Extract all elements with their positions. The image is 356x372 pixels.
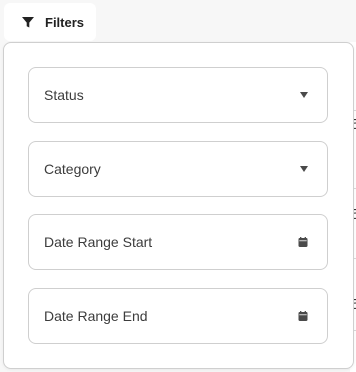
chevron-down-icon: [300, 92, 308, 98]
date-range-start-field[interactable]: Date Range Start: [28, 214, 328, 270]
date-range-start-label: Date Range Start: [44, 234, 153, 250]
filters-panel: Status Category Date Range Start Date Ra…: [3, 42, 354, 369]
chevron-down-icon: [300, 166, 308, 172]
filters-button[interactable]: Filters: [4, 3, 96, 41]
calendar-icon[interactable]: [297, 236, 309, 248]
date-range-end-label: Date Range End: [44, 308, 148, 324]
status-select-label: Status: [44, 87, 84, 103]
category-select-label: Category: [44, 161, 101, 177]
date-range-end-field[interactable]: Date Range End: [28, 288, 328, 344]
calendar-icon[interactable]: [297, 310, 309, 322]
filter-icon: [21, 15, 35, 29]
category-select[interactable]: Category: [28, 141, 328, 197]
status-select[interactable]: Status: [28, 67, 328, 123]
filters-button-label: Filters: [45, 14, 85, 30]
